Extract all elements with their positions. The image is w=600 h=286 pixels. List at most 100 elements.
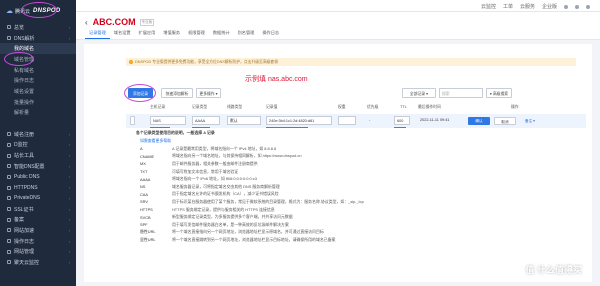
record-type-desc: 可填写附加文本信息，常用于域名验证 [172,168,239,174]
top-links: 云监控 工单 云服务 企业版 [481,3,590,10]
top-link[interactable]: 云监控 [481,3,496,10]
record-type-desc: 新型服务绑定记录类型，为多服务提供多个客户端，并共享访问元数据 [172,214,293,220]
tab-domain-settings[interactable]: 域名设置 [110,30,135,39]
help-row: CAA 用于指定域名允许的证书颁发机构（CA），减少证书错误风险 [136,191,576,199]
quick-add-button[interactable]: 快速添加解析 [161,88,193,98]
tab-extensions[interactable]: 扩展应用 [135,30,160,39]
dnspod-console: ☁ 腾讯云 DNSPOD 总览 › DNS解析 › 我的域名 域名管理 私有域名 操作日志 域名… [0,0,600,286]
help-row: SRV 用于标识某台服务器使用了某个服务，常见于微软系统的目录管理，格式为：服务名… [136,198,576,206]
value-input[interactable]: 240e:3b4:1c1:2d:4820:d81 [266,116,332,125]
help-row: 显性URL 将一个域名直接跳转到另一个网页地址，浏览器地址栏显示目标地址，请确保所… [136,236,576,244]
help-icon[interactable] [575,4,579,9]
nav-icon [7,174,11,179]
row-checkbox[interactable] [130,116,135,125]
nav-icon [7,142,11,147]
brand-logo[interactable]: ☁ 腾讯云 DNSPOD [0,0,76,22]
col-actions: 操作 [511,105,519,109]
plan-badge[interactable]: 专业版 [139,18,155,26]
help-row: SPF 用于填写发信邮件服务器白名单，是一种高效的反垃圾邮件解决方案 [136,221,576,229]
sidebar-item[interactable]: 解析量 [0,108,76,119]
type-select[interactable]: AAAA [192,116,220,125]
sidebar-item[interactable]: 聚天云监控 › [0,257,76,268]
top-bar: 云监控 工单 云服务 企业版 [76,0,600,12]
highlight-circle [21,2,57,18]
record-type-desc: 用于邮件服务器，相关参数一般由邮件注册商提供 [172,160,258,166]
line-select[interactable]: 默认 [227,116,261,125]
sidebar-item-label: PrivateDNS [14,195,41,202]
record-type-name: SVCB [140,214,151,220]
top-link[interactable]: 云服务 [520,3,535,10]
record-type-desc: 将一个域名直接指向另一个网页地址，浏览器地址栏显示原域名，并可通过直接访问目标 [172,229,324,235]
record-type-name: 显性URL [140,236,156,242]
sidebar-item[interactable]: 私有域名 [0,65,76,76]
sidebar-item[interactable]: PrivateDNS › [0,193,76,204]
nav-icon [7,239,11,244]
help-subtitle-link[interactable]: 如需查看更多帮助 [136,138,576,145]
sidebar-item[interactable]: 站长工具 › [0,150,76,161]
highlight-underline [150,127,170,129]
records-table: 主机记录 记录类型 线路类型 记录值 权重 优先级 TTL 最后操作时间 操作 … [126,102,586,242]
sidebar-item[interactable]: 总览 › [0,22,76,33]
help-row: AAAA 将域名指向一个 IPv6 地址，如 ff06:0:0:0:0:0:0:c… [136,175,576,183]
record-type-name: SRV [140,199,148,205]
chevron-right-icon: › [68,24,70,30]
host-input[interactable]: NAS [150,116,186,125]
chevron-right-icon: › [68,217,70,223]
help-rows: A A 记录是最常用类型，将域名指向一个 IPv4 地址，如 8.8.8.8 CNA… [136,145,576,244]
bell-icon[interactable] [564,4,568,9]
tab-value-added[interactable]: 增值服务 [159,30,184,39]
record-type-name: AAAA [140,176,151,182]
help-row: TXT 可填写附加文本信息，常用于域名验证 [136,168,576,176]
sidebar-item[interactable]: 操作日志 [0,75,76,86]
nav-icon [7,153,11,158]
sidebar-item[interactable]: 备案 › [0,214,76,225]
sidebar-item[interactable]: Public DNS › [0,172,76,183]
ttl-input[interactable]: 600 [394,116,410,125]
avatar[interactable] [586,4,590,9]
search-input[interactable]: 搜索 [439,88,483,98]
priority-value: - [369,118,371,122]
sidebar-item[interactable]: 操作日志 › [0,236,76,247]
more-actions-button[interactable]: 更多操作 ▾ [196,88,221,98]
sidebar-item[interactable]: 网站加速 › [0,225,76,236]
sidebar-item[interactable]: SSL证书 › [0,204,76,215]
record-type-name: NS [140,184,146,190]
highlight-underline [394,127,406,129]
sidebar-item-label: 批量操作 [14,99,35,106]
sidebar-item[interactable]: 网站管理 › [0,246,76,257]
top-link[interactable]: 工单 [503,3,513,10]
record-type-name: TXT [140,169,148,175]
record-type-desc: 将域名指向另一个域名地址，与其保持相同解析，如 https://www.dnsp… [172,153,302,159]
tab-statistics[interactable]: 数据统计 [209,30,234,39]
confirm-button[interactable]: 确认 [468,116,490,125]
sidebar-item-label: SSL证书 [14,206,34,213]
sidebar-item[interactable]: 域名设置 [0,86,76,97]
sidebar-item-label: 解析量 [14,110,30,117]
tab-logs[interactable]: 操作日志 [258,30,283,39]
sidebar-item[interactable]: 智能DNS配置 › [0,161,76,172]
sidebar-item-label: 操作日志 [14,78,35,85]
tab-alias[interactable]: 别名管理 [234,30,259,39]
record-type-desc: A 记录是最常用类型，将域名指向一个 IPv4 地址，如 8.8.8.8 [172,145,277,151]
chevron-right-icon: › [68,131,70,137]
sidebar-item[interactable]: HTTPDNS › [0,182,76,193]
remark-link[interactable]: 备注 ▾ [521,117,539,125]
back-arrow-icon[interactable]: ‹ [85,18,88,27]
upgrade-notice[interactable]: DNSPOD 专业版提供更多免费功能，享受全方位DNS解析防护，点击升级至高级套… [126,58,576,66]
sidebar-item-label: 智能DNS配置 [14,163,45,170]
record-filter-select[interactable]: 全部记录 ▾ [402,88,436,98]
records-panel: DNSPOD 专业版提供更多免费功能，享受全方位DNS解析防护，点击升级至高级套… [84,44,592,282]
cancel-button[interactable]: 取消 [494,116,516,125]
weight-input[interactable] [338,116,356,125]
tab-records[interactable]: 记录管理 [85,30,110,39]
highlight-circle [4,52,34,66]
edit-record-row: NAS AAAA 默认 240e:3b4:1c1:2d:4820:d81 - 6… [126,114,586,129]
top-link[interactable]: 企业版 [542,3,557,10]
sidebar-item[interactable]: 域名注册 › [0,129,76,140]
sidebar-item[interactable]: DNS解析 › [0,33,76,44]
advanced-search-button[interactable]: ▾ 高级搜索 [486,88,512,98]
sidebar-item[interactable]: D监控 › [0,140,76,151]
sidebar-item[interactable]: 批量操作 [0,97,76,108]
tab-permissions[interactable]: 权限管理 [184,30,209,39]
sidebar-item-label: 私有域名 [14,67,35,74]
